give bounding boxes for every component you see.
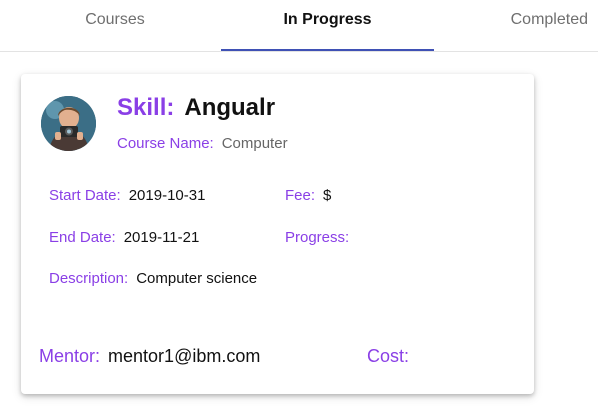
tab-courses[interactable]: Courses: [10, 0, 220, 51]
fee-label: Fee:: [285, 187, 316, 204]
end-date-label: End Date:: [49, 229, 116, 246]
course-name-value: Computer: [221, 135, 288, 152]
skill-value: Angualr: [184, 94, 276, 121]
tab-completed[interactable]: Completed: [436, 0, 598, 51]
skill-row: Skill: Angualr: [117, 94, 275, 130]
start-date-label: Start Date:: [49, 187, 121, 204]
course-name-row: Course Name: Computer: [117, 135, 288, 153]
cost-label: Cost:: [367, 346, 410, 366]
progress-label: Progress:: [285, 229, 350, 246]
avatar: [41, 96, 96, 151]
mentor-field: Mentor: mentor1@ibm.com: [39, 346, 260, 367]
description-label: Description:: [49, 270, 129, 287]
tab-bar: Courses In Progress Completed: [0, 0, 598, 52]
progress-field: Progress:: [285, 229, 357, 247]
start-date-value: 2019-10-31: [128, 187, 206, 204]
fee-value: $: [323, 187, 332, 204]
description-value: Computer science: [136, 270, 258, 287]
cost-field: Cost:: [367, 346, 417, 367]
end-date-value: 2019-11-21: [123, 229, 200, 246]
mentor-label: Mentor:: [39, 346, 101, 366]
skill-label: Skill:: [117, 94, 175, 121]
person-with-camera-icon: [41, 96, 96, 151]
tab-in-progress[interactable]: In Progress: [221, 0, 434, 51]
description-field: Description: Computer science: [49, 270, 257, 288]
page: Courses In Progress Completed Skill: Angu…: [0, 0, 598, 407]
course-name-label: Course Name:: [117, 135, 214, 152]
mentor-value: mentor1@ibm.com: [108, 346, 261, 366]
course-card: Skill: Angualr Course Name: Computer Start…: [21, 74, 534, 394]
end-date-field: End Date: 2019-11-21: [49, 229, 199, 247]
fee-field: Fee: $: [285, 187, 331, 205]
start-date-field: Start Date: 2019-10-31: [49, 187, 205, 205]
